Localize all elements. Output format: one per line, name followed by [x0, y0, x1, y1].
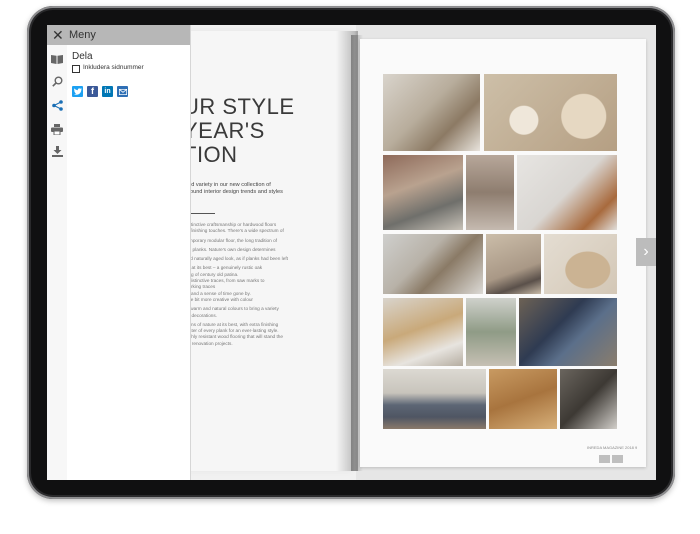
photo-ceramic-bird [544, 234, 617, 294]
photo-sofa [383, 369, 486, 429]
menu-panel [67, 25, 191, 480]
download-icon[interactable] [51, 145, 63, 157]
include-page-number-checkbox[interactable] [72, 65, 80, 73]
book-icon[interactable] [51, 53, 63, 65]
menu-header: ✕ Meny [47, 25, 190, 45]
share-section-title: Dela [72, 51, 93, 62]
photo-letter-r [383, 298, 463, 366]
include-page-number-label: Inkludera sidnummer [83, 64, 144, 71]
body-paragraph: and naturally aged look, as if planks ha… [185, 256, 288, 262]
page-footer: INREDA MAGAZINE 2018 9 [587, 445, 637, 450]
photo-wood-floor [489, 369, 557, 429]
search-icon[interactable] [51, 75, 63, 87]
photo-tray-vase [484, 74, 617, 151]
close-icon[interactable]: ✕ [52, 27, 64, 43]
photo-fabric-swatches [466, 155, 514, 230]
photo-side-table [517, 155, 617, 230]
magazine-name: INREDA MAGAZINE 2018 [587, 445, 634, 450]
page-intro: and variety in our new collection of aro… [185, 182, 283, 195]
sidebar-icon-bar [47, 25, 68, 480]
facebook-icon[interactable]: f [87, 86, 98, 97]
chevron-right-icon: › [643, 243, 649, 260]
body-paragraph: temporary modular floor, the long tradit… [185, 237, 277, 243]
photo-chair-rug [383, 234, 483, 294]
photo-chair-room [383, 74, 480, 151]
linkedin-icon[interactable]: in [102, 86, 113, 97]
photo-art-book [519, 298, 617, 366]
photo-plant [466, 298, 516, 366]
linkedin-glyph: in [104, 88, 111, 95]
body-paragraph: ing planks. Nature's own design determin… [185, 246, 276, 252]
menu-title: Meny [69, 29, 96, 41]
twitter-icon[interactable] [72, 86, 83, 97]
page-body: distinctive craftsmanship or hardwood fl… [185, 222, 305, 350]
viewer-screen: UR STYLE YEAR'S TION and variety in our … [47, 25, 656, 480]
share-icon[interactable] [51, 99, 63, 111]
page-headline: UR STYLE YEAR'S TION [183, 94, 295, 167]
pager-next[interactable] [612, 455, 623, 463]
print-icon[interactable] [51, 123, 63, 135]
photo-elephant [486, 234, 541, 294]
photo-stool-cup [560, 369, 617, 429]
page-number: 9 [635, 445, 638, 450]
pager-prev[interactable] [599, 455, 610, 463]
body-paragraph: ng at its best – a genuinely rustic oak … [185, 265, 265, 302]
facebook-glyph: f [91, 86, 94, 96]
next-page-button[interactable]: › [636, 238, 656, 266]
photo-cushions [383, 155, 463, 230]
body-paragraph: signs of nature at its best, with extra … [185, 321, 283, 346]
body-paragraph: of warm and natural colours to bring a v… [185, 306, 279, 318]
body-paragraph: distinctive craftsmanship or hardwood fl… [185, 222, 284, 234]
email-icon[interactable] [117, 86, 128, 97]
